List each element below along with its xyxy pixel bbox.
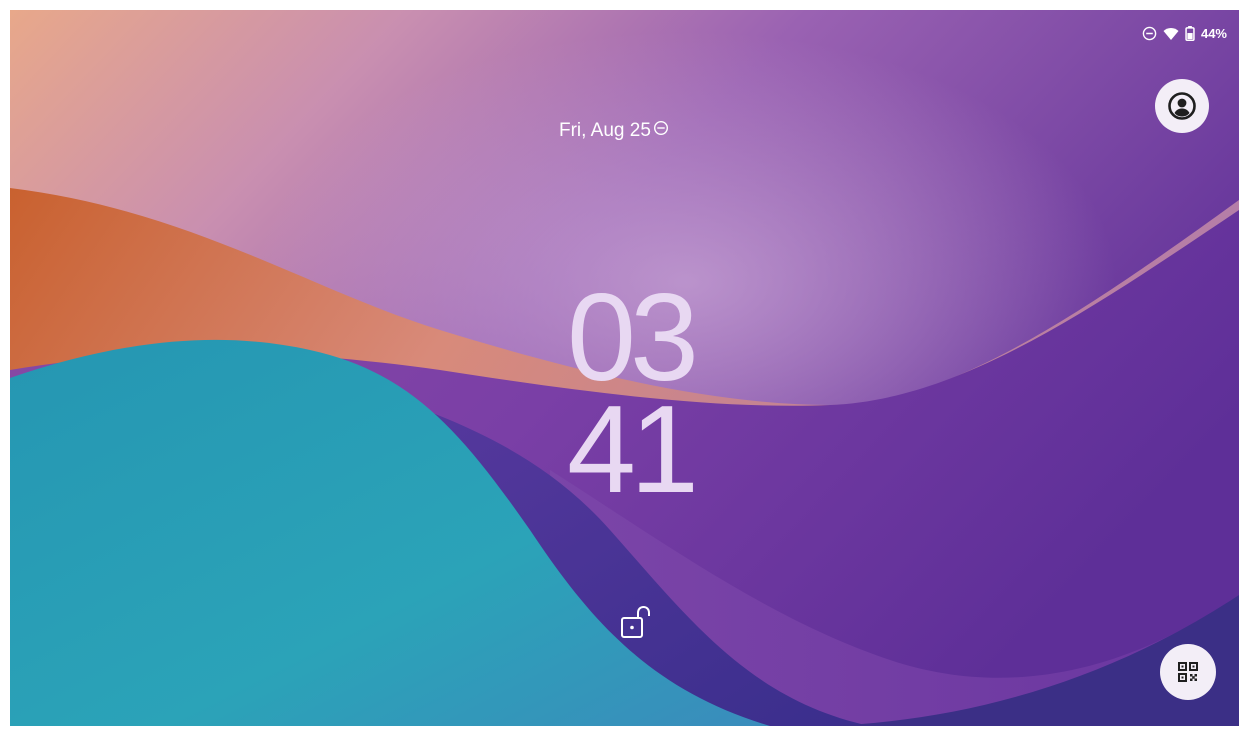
battery-icon [1185,26,1195,41]
lockscreen-date[interactable]: Fri, Aug 25 [559,120,669,142]
qr-code-scanner-button[interactable] [1160,644,1216,700]
clock-minutes: 41 [567,381,699,519]
lockscreen: 44% Fri, Aug 25 03 41 [10,10,1239,726]
status-bar: 44% [1142,26,1227,41]
do-not-disturb-icon [653,120,669,142]
clock-hours: 03 [567,269,699,407]
battery-percentage: 44% [1200,26,1227,41]
unlock-icon[interactable] [618,604,652,644]
qr-code-scanner-icon [1178,662,1198,682]
do-not-disturb-icon [1142,26,1157,41]
user-switcher-button[interactable] [1155,79,1209,133]
lockscreen-clock: 03 41 [530,269,730,519]
wifi-icon [1163,27,1179,41]
date-text: Fri, Aug 25 [559,120,651,141]
user-account-icon [1168,92,1196,120]
